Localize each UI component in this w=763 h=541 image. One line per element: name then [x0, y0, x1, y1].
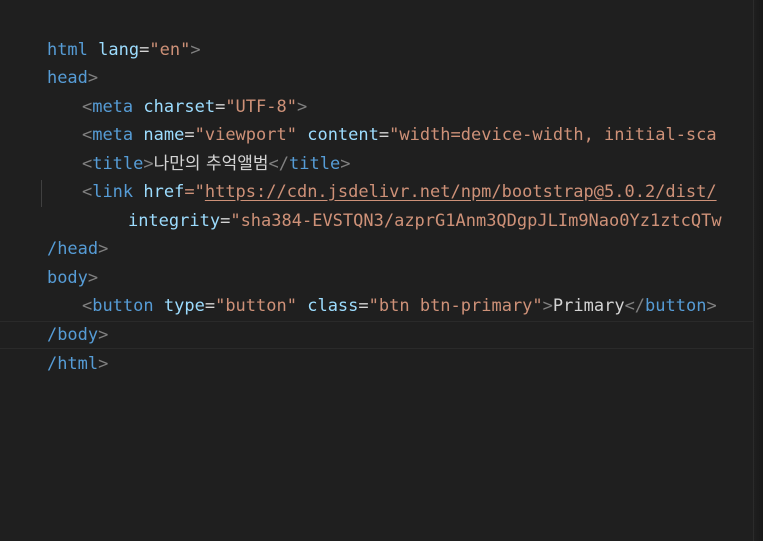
value-integrity: "sha384-EVSTQN3/azprG1Anm3QDgpJLIm9Nao0Y…: [230, 211, 722, 231]
attr-integrity: integrity: [127, 211, 221, 231]
code-line-2[interactable]: head>: [6, 36, 98, 88]
close-bracket: >: [190, 40, 201, 60]
equals-sign: =: [358, 296, 369, 316]
code-line-6[interactable]: <link href="https://cdn.jsdelivr.net/npm…: [41, 150, 717, 202]
attr-class: class: [307, 296, 359, 316]
equals-sign: =: [139, 40, 150, 60]
indent-guide: [41, 180, 42, 207]
code-line-9[interactable]: body>: [6, 236, 98, 288]
value-class: "btn btn-primary": [368, 296, 543, 316]
code-line-11[interactable]: /body>: [6, 293, 108, 345]
end-tag-open: </: [624, 296, 646, 316]
value-type: "button": [215, 296, 297, 316]
close-bracket: >: [98, 239, 109, 259]
code-line-3[interactable]: <meta charset="UTF-8">: [41, 65, 307, 117]
equals-sign: =: [378, 125, 390, 145]
code-line-7[interactable]: integrity="sha384-EVSTQN3/azprG1Anm3QDgp…: [87, 179, 722, 231]
value-content: "width=device-width, initial-sca: [389, 125, 717, 145]
code-line-12[interactable]: /html>: [0, 321, 763, 374]
button-text: Primary: [552, 296, 625, 316]
tag-button-close: button: [645, 296, 707, 316]
vertical-scrollbar[interactable]: [753, 0, 763, 541]
attr-lang: lang: [98, 40, 140, 60]
tag-html-close: /html: [46, 354, 99, 374]
equals-sign: =: [220, 211, 231, 231]
code-line-8[interactable]: /head>: [6, 207, 108, 259]
close-bracket: >: [98, 354, 109, 374]
code-line-4[interactable]: <meta name="viewport" content="width=dev…: [41, 93, 717, 145]
attr-type: type: [163, 296, 205, 316]
code-line-5[interactable]: <title>나만의 추억앨범</title>: [41, 122, 351, 174]
close-bracket: >: [542, 296, 553, 316]
close-bracket: >: [706, 296, 717, 316]
code-line-10[interactable]: <button type="button" class="btn btn-pri…: [41, 264, 717, 316]
code-editor[interactable]: html lang="en"> head> <meta charset="UTF…: [0, 0, 763, 541]
code-line-1[interactable]: html lang="en">: [6, 8, 201, 60]
value-lang: "en": [149, 40, 191, 60]
equals-sign: =: [204, 296, 216, 316]
